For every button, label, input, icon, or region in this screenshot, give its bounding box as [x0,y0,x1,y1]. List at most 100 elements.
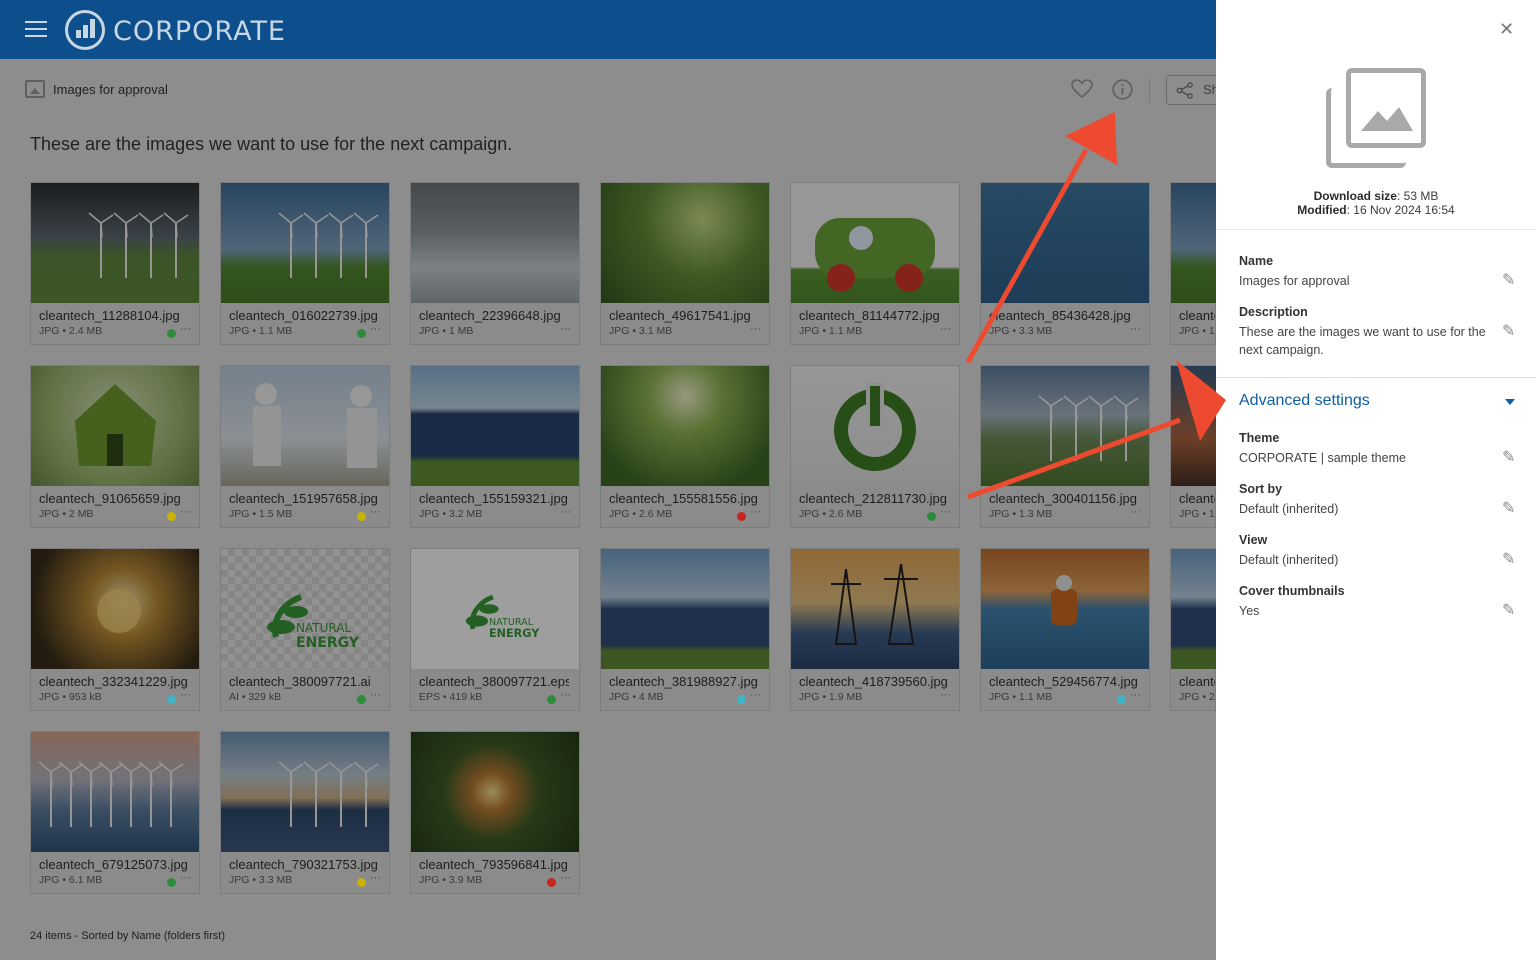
file-card[interactable]: cleantech_155159321.jpg JPG • 3.2 MB ··· [410,365,580,528]
file-name[interactable]: cleantech_529456774.jpg [989,674,1138,689]
more-icon[interactable]: ··· [180,689,191,701]
edit-name-pencil-icon[interactable]: ✎ [1502,270,1515,290]
file-thumbnail[interactable] [791,549,959,669]
edit-theme-pencil-icon[interactable]: ✎ [1502,447,1515,467]
file-thumbnail[interactable] [981,366,1149,486]
file-thumbnail[interactable] [221,732,389,852]
file-name[interactable]: cleante [1179,674,1215,689]
file-thumbnail[interactable] [601,549,769,669]
file-thumbnail[interactable] [411,732,579,852]
file-thumbnail[interactable] [981,549,1149,669]
file-card[interactable]: cleantech_85436428.jpg JPG • 3.3 MB ··· [980,182,1150,345]
file-card[interactable]: cleantech_679125073.jpg JPG • 6.1 MB ··· [30,731,200,894]
file-name[interactable]: cleantech_155159321.jpg [419,491,568,506]
file-thumbnail[interactable] [31,549,199,669]
file-name[interactable]: cleantech_49617541.jpg [609,308,751,323]
file-card[interactable]: cleantech_332341229.jpg JPG • 953 kB ··· [30,548,200,711]
file-name[interactable]: cleantech_155581556.jpg [609,491,758,506]
file-name[interactable]: cleantech_85436428.jpg [989,308,1131,323]
file-card[interactable]: cleantech_418739560.jpg JPG • 1.9 MB ··· [790,548,960,711]
file-name[interactable]: cleantech_679125073.jpg [39,857,188,872]
more-icon[interactable]: ··· [750,506,761,518]
more-icon[interactable]: ··· [560,872,571,884]
edit-sort-pencil-icon[interactable]: ✎ [1502,498,1515,518]
file-name[interactable]: cleante [1179,308,1215,323]
file-thumbnail[interactable] [411,366,579,486]
file-card[interactable]: NATURAL ENERGY cleantech_380097721.eps E… [410,548,580,711]
caret-down-icon[interactable] [1505,399,1515,405]
info-icon[interactable] [1112,79,1133,100]
file-thumbnail[interactable] [791,366,959,486]
file-card[interactable]: cleantech_212811730.jpg JPG • 2.6 MB ··· [790,365,960,528]
more-icon[interactable]: ··· [940,506,951,518]
file-name[interactable]: cleantech_81144772.jpg [799,308,940,323]
file-name[interactable]: cleantech_418739560.jpg [799,674,948,689]
file-card[interactable]: cleantech_49617541.jpg JPG • 3.1 MB ··· [600,182,770,345]
more-icon[interactable]: ··· [180,506,191,518]
file-name[interactable]: cleantech_11288104.jpg [39,308,180,323]
file-card[interactable]: cleantech_300401156.jpg JPG • 1.3 MB ··· [980,365,1150,528]
file-name[interactable]: cleantech_016022739.jpg [229,308,378,323]
file-card[interactable]: cleantech_11288104.jpg JPG • 2.4 MB ··· [30,182,200,345]
more-icon[interactable]: ··· [370,872,381,884]
edit-cover-pencil-icon[interactable]: ✎ [1502,600,1515,620]
more-icon[interactable]: ··· [1130,506,1141,518]
file-thumbnail[interactable] [31,732,199,852]
file-thumbnail[interactable] [221,183,389,303]
file-thumbnail[interactable]: NATURAL ENERGY [221,549,389,669]
file-card[interactable]: cleante JPG • 1 [1170,365,1216,528]
file-thumbnail[interactable] [1171,549,1216,669]
file-name[interactable]: cleantech_212811730.jpg [799,491,947,506]
file-name[interactable]: cleantech_22396648.jpg [419,308,561,323]
heart-icon[interactable] [1071,79,1093,99]
app-logo-text[interactable]: CORPORATE [113,16,286,47]
file-card[interactable]: cleantech_155581556.jpg JPG • 2.6 MB ··· [600,365,770,528]
edit-view-pencil-icon[interactable]: ✎ [1502,549,1515,569]
more-icon[interactable]: ··· [560,323,571,335]
more-icon[interactable]: ··· [750,323,761,335]
more-icon[interactable]: ··· [560,506,571,518]
file-card[interactable]: cleantech_529456774.jpg JPG • 1.1 MB ··· [980,548,1150,711]
more-icon[interactable]: ··· [370,689,381,701]
file-name[interactable]: cleantech_380097721.ai [229,674,371,689]
file-name[interactable]: cleantech_151957658.jpg [229,491,378,506]
file-card[interactable]: cleante JPG • 1 [1170,182,1216,345]
more-icon[interactable]: ··· [370,323,381,335]
edit-description-pencil-icon[interactable]: ✎ [1502,321,1515,341]
more-icon[interactable]: ··· [370,506,381,518]
file-thumbnail[interactable] [31,366,199,486]
more-icon[interactable]: ··· [560,689,571,701]
file-name[interactable]: cleantech_332341229.jpg [39,674,188,689]
file-card[interactable]: cleantech_016022739.jpg JPG • 1.1 MB ··· [220,182,390,345]
file-thumbnail[interactable] [601,183,769,303]
file-card[interactable]: NATURAL ENERGY cleantech_380097721.ai AI… [220,548,390,711]
more-icon[interactable]: ··· [1130,689,1141,701]
file-thumbnail[interactable] [981,183,1149,303]
file-name[interactable]: cleantech_91065659.jpg [39,491,181,506]
file-thumbnail[interactable] [221,366,389,486]
file-card[interactable]: cleantech_151957658.jpg JPG • 1.5 MB ··· [220,365,390,528]
close-icon[interactable]: ✕ [1499,19,1514,40]
file-name[interactable]: cleante [1179,491,1215,506]
file-card[interactable]: cleantech_790321753.jpg JPG • 3.3 MB ··· [220,731,390,894]
file-card[interactable]: cleantech_91065659.jpg JPG • 2 MB ··· [30,365,200,528]
file-thumbnail[interactable] [1171,183,1216,303]
file-name[interactable]: cleantech_381988927.jpg [609,674,758,689]
menu-icon[interactable] [25,21,47,38]
share-button[interactable]: Sh [1166,75,1216,105]
file-name[interactable]: cleantech_380097721.eps [419,674,569,689]
bar-chart-logo-icon[interactable] [65,10,105,50]
more-icon[interactable]: ··· [940,323,951,335]
more-icon[interactable]: ··· [940,689,951,701]
more-icon[interactable]: ··· [180,872,191,884]
file-card[interactable]: cleante JPG • 2 [1170,548,1216,711]
file-card[interactable]: cleantech_81144772.jpg JPG • 1.1 MB ··· [790,182,960,345]
file-thumbnail[interactable] [791,183,959,303]
more-icon[interactable]: ··· [750,689,761,701]
advanced-settings-toggle[interactable]: Advanced settings [1239,392,1370,410]
file-thumbnail[interactable] [601,366,769,486]
file-name[interactable]: cleantech_790321753.jpg [229,857,378,872]
file-card[interactable]: cleantech_381988927.jpg JPG • 4 MB ··· [600,548,770,711]
file-thumbnail[interactable] [1171,366,1216,486]
file-thumbnail[interactable] [31,183,199,303]
